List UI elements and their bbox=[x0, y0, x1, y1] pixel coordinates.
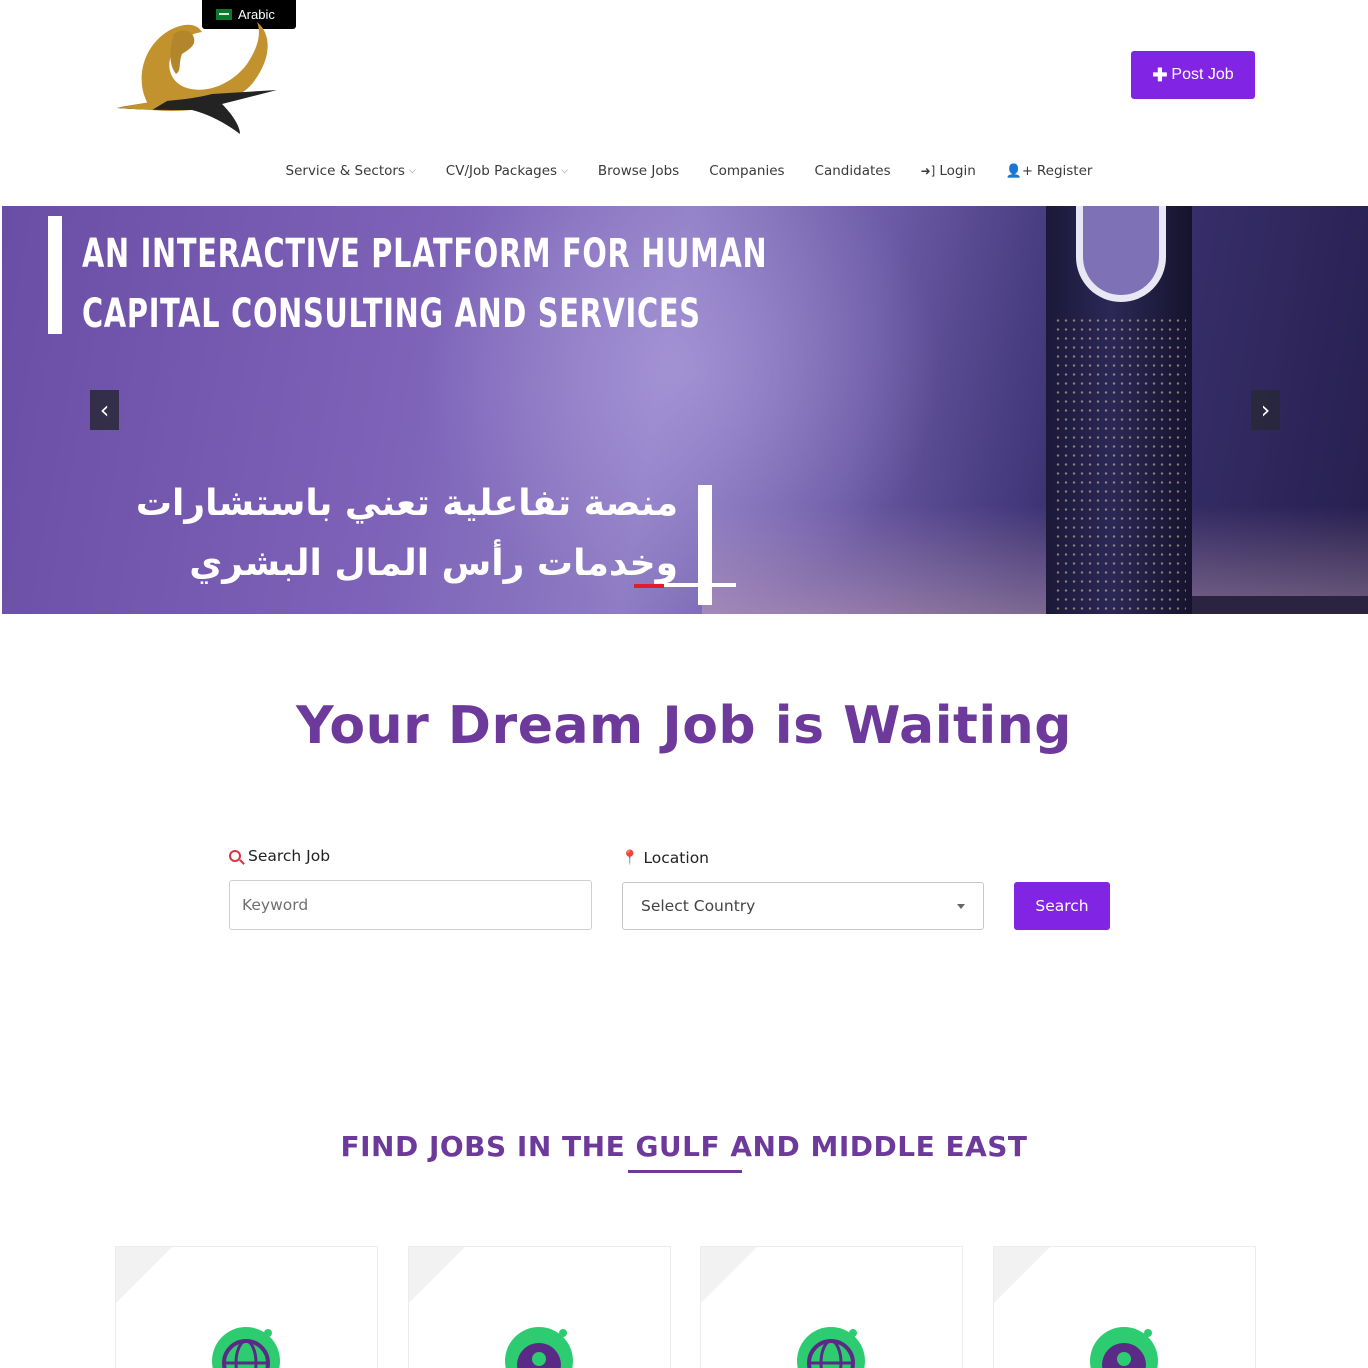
nav-login[interactable]: ➜] Login bbox=[921, 163, 976, 179]
hero-title-en-line2: Capital Consulting and Services bbox=[82, 291, 701, 337]
nav-companies[interactable]: Companies bbox=[709, 163, 784, 179]
chevron-right-icon: › bbox=[1260, 396, 1271, 424]
nav-service-sectors[interactable]: Service & Sectors ⌵ bbox=[286, 163, 416, 179]
chevron-down-icon: ⌵ bbox=[561, 166, 568, 176]
location-label-text: Location bbox=[643, 849, 709, 867]
sign-in-icon: ➜] bbox=[920, 164, 936, 178]
nav-cv-job-packages[interactable]: CV/Job Packages ⌵ bbox=[446, 163, 568, 179]
plus-icon: ✚ bbox=[1152, 64, 1168, 85]
nav-label: Candidates bbox=[814, 163, 891, 179]
find-jobs-heading: FIND JOBS IN THE GULF AND MIDDLE EAST bbox=[340, 1130, 1028, 1163]
chevron-down-icon: ⌵ bbox=[408, 166, 416, 176]
nav-label: Service & Sectors bbox=[285, 163, 405, 179]
search-icon bbox=[229, 850, 241, 862]
job-category-card[interactable] bbox=[115, 1246, 378, 1368]
decor-bar bbox=[48, 216, 62, 334]
post-job-button[interactable]: ✚ Post Job bbox=[1131, 51, 1255, 99]
search-button[interactable]: Search bbox=[1014, 882, 1110, 930]
slider-next-button[interactable]: › bbox=[1251, 390, 1280, 430]
nav-candidates[interactable]: Candidates bbox=[815, 163, 891, 179]
hero-title-en-line1: An Interactive Platform for Human bbox=[82, 231, 768, 277]
country-select[interactable]: Select Country bbox=[622, 882, 984, 930]
job-category-card[interactable] bbox=[700, 1246, 963, 1368]
job-category-card[interactable] bbox=[993, 1246, 1256, 1368]
chevron-left-icon: ‹ bbox=[99, 396, 110, 424]
search-label-text: Search Job bbox=[248, 847, 331, 865]
hero-title-ar: منصة تفاعلية تعني باستشارات وخدمات رأس ا… bbox=[136, 474, 678, 594]
globe-money-icon bbox=[212, 1327, 280, 1368]
tower-lights bbox=[1054, 316, 1186, 614]
nav-browse-jobs[interactable]: Browse Jobs bbox=[598, 163, 679, 179]
country-select-value: Select Country bbox=[641, 897, 756, 915]
gear-person-icon bbox=[505, 1327, 573, 1368]
user-plus-icon: 👤+ bbox=[1005, 163, 1033, 179]
map-pin-icon: 📍 bbox=[621, 850, 639, 866]
gear-person-icon bbox=[1090, 1327, 1158, 1368]
caret-down-icon bbox=[957, 903, 965, 909]
nav-label: Browse Jobs bbox=[597, 163, 680, 179]
nav-label: Companies bbox=[709, 163, 785, 179]
hero-title-ar-line2: وخدمات رأس المال البشري bbox=[189, 543, 678, 584]
hero-title-en: An Interactive Platform for Human Capita… bbox=[82, 224, 767, 344]
company-logo[interactable] bbox=[112, 14, 282, 138]
post-job-label: Post Job bbox=[1171, 66, 1234, 83]
decor-bar bbox=[698, 485, 712, 605]
main-nav: Service & Sectors ⌵ CV/Job Packages ⌵ Br… bbox=[0, 158, 1368, 184]
slider-dot-active[interactable] bbox=[634, 584, 664, 588]
nav-label: CV/Job Packages bbox=[445, 163, 558, 179]
dream-heading: Your Dream Job is Waiting bbox=[296, 696, 1072, 756]
slider-prev-button[interactable]: ‹ bbox=[90, 390, 119, 430]
tower-arch bbox=[1076, 206, 1166, 302]
decor-bar bbox=[662, 583, 736, 587]
location-label: 📍 Location bbox=[621, 849, 709, 867]
globe-money-icon bbox=[797, 1327, 865, 1368]
hero-slider: An Interactive Platform for Human Capita… bbox=[2, 206, 1368, 614]
hero-title-ar-line1: منصة تفاعلية تعني باستشارات bbox=[135, 483, 678, 524]
nav-register[interactable]: 👤+ Register bbox=[1006, 163, 1093, 179]
search-job-label: Search Job bbox=[229, 847, 330, 865]
keyword-input[interactable] bbox=[229, 880, 592, 930]
nav-label: Login bbox=[939, 163, 976, 179]
heading-underline bbox=[628, 1170, 742, 1173]
city-skyline bbox=[1192, 596, 1368, 614]
job-category-card[interactable] bbox=[408, 1246, 671, 1368]
nav-label: Register bbox=[1036, 163, 1093, 179]
